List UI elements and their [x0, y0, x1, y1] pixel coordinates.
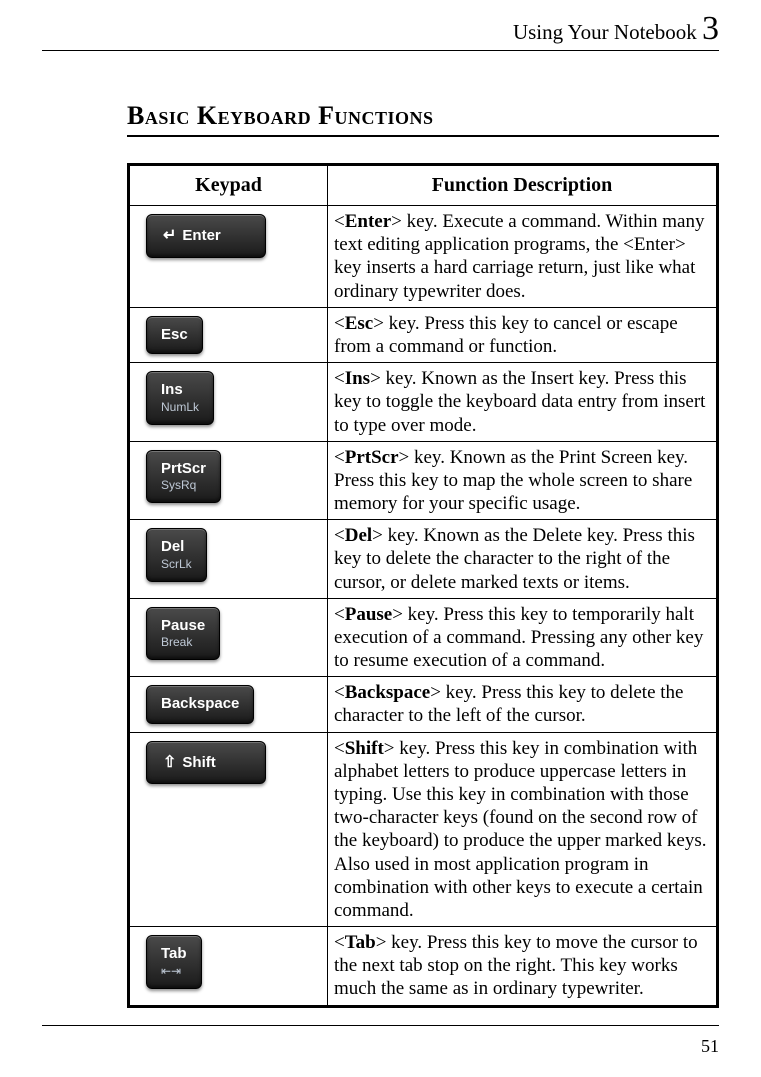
keypad-cell: Esc [129, 307, 328, 363]
key-name: Pause [345, 604, 393, 625]
description-cell: <Tab> key. Press this key to move the cu… [328, 927, 718, 1007]
running-head-title: Using Your Notebook [513, 20, 697, 44]
keycap-label: Ins [161, 381, 183, 398]
keycap-label: Backspace [161, 695, 239, 712]
keycap-label: Esc [161, 326, 188, 343]
keypad-cell: Tab ⇤⇥ [129, 927, 328, 1007]
key-name: PrtScr [345, 447, 399, 468]
description-cell: <Del> key. Known as the Delete key. Pres… [328, 520, 718, 599]
table-row: ↵Enter<Enter> key. Execute a command. Wi… [129, 206, 718, 308]
description-cell: <Shift> key. Press this key in combinati… [328, 732, 718, 926]
keycap-label: Enter [182, 227, 220, 244]
keycap-icon: Tab ⇤⇥ [146, 935, 202, 989]
keypad-cell: Backspace [129, 677, 328, 733]
key-name: Enter [345, 211, 391, 232]
description-cell: <Enter> key. Execute a command. Within m… [328, 206, 718, 308]
description-cell: <PrtScr> key. Known as the Print Screen … [328, 441, 718, 520]
keycap-label: Del [161, 538, 184, 555]
table-header-desc: Function Description [328, 165, 718, 206]
table-row: Del ScrLk <Del> key. Known as the Delete k… [129, 520, 718, 599]
keycap-label: Tab [161, 945, 187, 962]
table-header-keypad: Keypad [129, 165, 328, 206]
keycap-icon: Backspace [146, 685, 254, 724]
keycap-label: Pause [161, 617, 205, 634]
keycap-icon: Esc [146, 316, 203, 355]
keycap-sublabel: SysRq [161, 479, 206, 492]
description-cell: <Pause> key. Press this key to temporari… [328, 598, 718, 677]
keypad-cell: PrtScr SysRq [129, 441, 328, 520]
keycap-sublabel: ScrLk [161, 558, 192, 571]
key-glyph-icon: ↵ [163, 227, 176, 245]
table-row: Ins NumLk <Ins> key. Known as the Insert k… [129, 363, 718, 442]
description-cell: <Ins> key. Known as the Insert key. Pres… [328, 363, 718, 442]
keycap-icon: PrtScr SysRq [146, 450, 221, 504]
keycap-icon: Del ScrLk [146, 528, 207, 582]
table-row: Esc<Esc> key. Press this key to cancel o… [129, 307, 718, 363]
table-row: ⇧Shift<Shift> key. Press this key in com… [129, 732, 718, 926]
keycap-sublabel: ⇤⇥ [161, 965, 187, 978]
keycap-sublabel: Break [161, 636, 205, 649]
key-name: Esc [345, 313, 374, 334]
key-glyph-icon: ⇧ [163, 754, 176, 772]
keycap-label: PrtScr [161, 460, 206, 477]
key-name: Tab [345, 932, 376, 953]
key-name: Del [345, 525, 372, 546]
table-row: Backspace<Backspace> key. Press this key… [129, 677, 718, 733]
page-footer: 51 [42, 1025, 719, 1077]
key-name: Backspace [345, 682, 431, 703]
keycap-icon: ⇧ Shift [146, 741, 266, 785]
key-name: Shift [345, 738, 384, 759]
keypad-cell: Ins NumLk [129, 363, 328, 442]
running-head: Using Your Notebook 3 [42, 10, 719, 51]
keypad-cell: Pause Break [129, 598, 328, 677]
key-name: Ins [345, 368, 370, 389]
page-number: 51 [701, 1036, 719, 1056]
keycap-sublabel: NumLk [161, 401, 199, 414]
chapter-number: 3 [702, 10, 719, 47]
table-row: Tab ⇤⇥ <Tab> key. Press this key to move t… [129, 927, 718, 1007]
keycap-icon: Pause Break [146, 607, 220, 661]
keycap-icon: ↵ Enter [146, 214, 266, 258]
keypad-cell: ⇧ Shift [129, 732, 328, 926]
keycap-label: Shift [182, 754, 215, 771]
keyboard-function-table: Keypad Function Description ↵Enter<Enter… [127, 163, 719, 1008]
keypad-cell: Del ScrLk [129, 520, 328, 599]
description-cell: <Backspace> key. Press this key to delet… [328, 677, 718, 733]
description-cell: <Esc> key. Press this key to cancel or e… [328, 307, 718, 363]
table-row: PrtScr SysRq <PrtScr> key. Known as the Pr… [129, 441, 718, 520]
keycap-icon: Ins NumLk [146, 371, 214, 425]
table-row: Pause Break <Pause> key. Press this key to… [129, 598, 718, 677]
keypad-cell: ↵ Enter [129, 206, 328, 308]
section-title: Basic Keyboard Functions [127, 101, 719, 137]
